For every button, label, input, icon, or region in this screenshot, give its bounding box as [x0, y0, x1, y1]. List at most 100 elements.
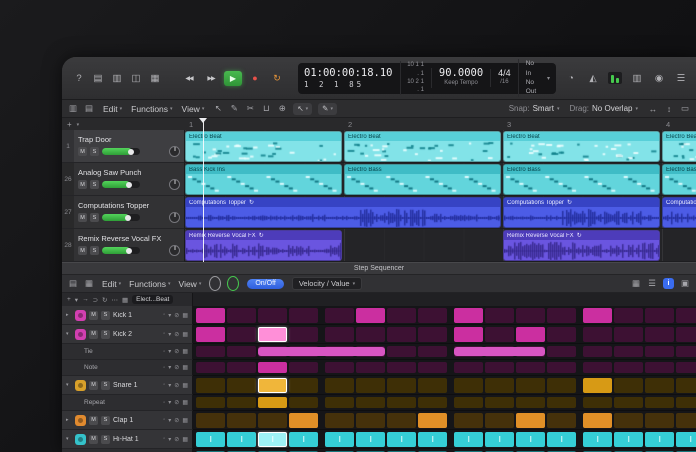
- pencil-tool-icon[interactable]: ✎: [229, 102, 239, 115]
- notes-view-icon[interactable]: ▦: [631, 277, 641, 290]
- step-cell[interactable]: [614, 362, 643, 373]
- editors-icon[interactable]: ▦: [148, 70, 162, 86]
- row-grid-icon[interactable]: ▦: [182, 312, 188, 319]
- row-chevron-icon[interactable]: ▾: [168, 382, 171, 389]
- step-cell[interactable]: [356, 362, 385, 373]
- region[interactable]: Electro Bass: [503, 164, 660, 195]
- step-cell[interactable]: [645, 346, 674, 357]
- row-grid-icon[interactable]: ▦: [182, 331, 188, 338]
- step-cell[interactable]: [645, 308, 674, 323]
- step-cell[interactable]: [258, 327, 287, 342]
- step-cell[interactable]: [583, 378, 612, 393]
- pan-knob[interactable]: [169, 212, 180, 223]
- step-cell[interactable]: [418, 378, 447, 393]
- step-cell[interactable]: [547, 308, 576, 323]
- track-header[interactable]: 1Trap DoorMS: [62, 130, 185, 163]
- step-cell[interactable]: [356, 308, 385, 323]
- row-value-widget[interactable]: ◦: [163, 400, 165, 406]
- step-cell[interactable]: [645, 327, 674, 342]
- step-cell[interactable]: [614, 346, 643, 357]
- step-cell[interactable]: [387, 327, 416, 342]
- time-signature[interactable]: 4/4: [498, 69, 511, 79]
- seq-edit-menu[interactable]: Edit▾: [102, 279, 121, 289]
- volume-fader[interactable]: [102, 181, 140, 188]
- mute-button[interactable]: M: [78, 147, 87, 156]
- step-cell[interactable]: [516, 378, 545, 393]
- step-cell[interactable]: [645, 432, 674, 447]
- row-value-widget[interactable]: ◦: [163, 349, 165, 355]
- step-cell[interactable]: [614, 378, 643, 393]
- sequencer-row-header[interactable]: ▸MSClap 1◦▾⊘▦: [62, 411, 193, 430]
- row-solo-button[interactable]: S: [101, 416, 110, 425]
- left-click-tool-selector[interactable]: ↖▾: [293, 103, 312, 115]
- row-grid-icon[interactable]: ▦: [182, 364, 188, 371]
- row-value-widget[interactable]: ◦: [163, 436, 165, 442]
- step-cell[interactable]: [196, 308, 225, 323]
- step-cell[interactable]: [289, 413, 318, 428]
- solo-button[interactable]: S: [90, 246, 99, 255]
- division-value[interactable]: /16: [500, 79, 508, 87]
- step-cell[interactable]: [516, 397, 545, 408]
- step-cell[interactable]: [676, 327, 696, 342]
- step-cell[interactable]: [258, 308, 287, 323]
- track-header[interactable]: 28Remix Reverse Vocal FXMS: [62, 229, 185, 262]
- control-bar-list-icon[interactable]: ☰: [674, 70, 688, 86]
- step-cell[interactable]: [454, 413, 483, 428]
- region[interactable]: Computations Topper↻: [185, 197, 501, 228]
- step-cell[interactable]: [454, 308, 483, 323]
- step-cell[interactable]: [356, 327, 385, 342]
- lcd-display[interactable]: 01:00:00:18.10 1 2 1 85 10 1 1 . 1 10 2 …: [298, 63, 556, 94]
- step-cell[interactable]: [356, 413, 385, 428]
- disclosure-chevron-icon[interactable]: ▸: [66, 417, 72, 423]
- step-cell[interactable]: [583, 308, 612, 323]
- step-cell[interactable]: [614, 432, 643, 447]
- step-cell[interactable]: [516, 327, 545, 342]
- row-bypass-icon[interactable]: ⊘: [174, 382, 179, 389]
- step-cell[interactable]: [645, 362, 674, 373]
- step-cell[interactable]: [227, 432, 256, 447]
- tempo-mode[interactable]: Keep Tempo: [444, 80, 478, 88]
- tie-bar[interactable]: [454, 347, 545, 356]
- step-cell[interactable]: [289, 308, 318, 323]
- row-value-widget[interactable]: ◦: [163, 382, 165, 388]
- add-row-menu-icon[interactable]: ▾: [75, 296, 78, 304]
- count-in-icon[interactable]: ◔: [564, 70, 578, 86]
- row-grid-icon[interactable]: ▦: [182, 399, 188, 406]
- vertical-zoom-icon[interactable]: ↕: [664, 102, 674, 115]
- grid-view-icon[interactable]: ▦: [122, 296, 128, 304]
- inspector-icon[interactable]: ▤: [91, 70, 105, 86]
- row-grid-icon[interactable]: ▦: [182, 417, 188, 424]
- details-view-icon[interactable]: ▣: [680, 277, 690, 290]
- row-bypass-icon[interactable]: ⊘: [174, 312, 179, 319]
- seq-view-menu[interactable]: View▾: [179, 279, 202, 289]
- step-cell[interactable]: [516, 432, 545, 447]
- step-cell[interactable]: [583, 397, 612, 408]
- step-cell[interactable]: [227, 327, 256, 342]
- cycle-button[interactable]: ↻: [268, 71, 286, 86]
- lcd-mode-chevron-icon[interactable]: ▾: [547, 75, 550, 82]
- forward-button[interactable]: ▶▶: [202, 71, 220, 86]
- solo-button[interactable]: S: [90, 180, 99, 189]
- mute-button[interactable]: M: [78, 180, 87, 189]
- row-value-widget[interactable]: ◦: [163, 331, 165, 337]
- region[interactable]: Electro Beat: [503, 131, 660, 162]
- row-chevron-icon[interactable]: ▾: [168, 331, 171, 338]
- step-cell[interactable]: [676, 378, 696, 393]
- disclosure-chevron-icon[interactable]: ▾: [66, 382, 72, 388]
- step-cell[interactable]: [676, 308, 696, 323]
- sequencer-row-header[interactable]: ▾MSSnare 1◦▾⊘▦: [62, 376, 193, 395]
- scissors-tool-icon[interactable]: ✂: [245, 102, 255, 115]
- step-cell[interactable]: [196, 413, 225, 428]
- pan-knob[interactable]: [169, 179, 180, 190]
- sequencer-row-header[interactable]: Note◦▾⊘▦: [62, 360, 193, 376]
- volume-fader[interactable]: [102, 148, 140, 155]
- step-cell[interactable]: [258, 397, 287, 408]
- region[interactable]: Bass Kick Ins: [185, 164, 342, 195]
- step-cell[interactable]: [356, 397, 385, 408]
- step-cell[interactable]: [418, 327, 447, 342]
- step-cell[interactable]: [418, 346, 447, 357]
- command-click-tool-selector[interactable]: ✎▾: [318, 103, 337, 115]
- step-cell[interactable]: [418, 397, 447, 408]
- step-cell[interactable]: [516, 362, 545, 373]
- region[interactable]: Electro Beat: [344, 131, 501, 162]
